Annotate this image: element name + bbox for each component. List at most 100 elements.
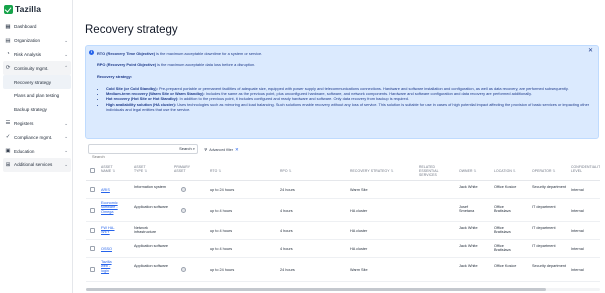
chevron-down-icon: ⌄ <box>64 148 68 154</box>
owner-value: Josef Smetana <box>459 205 475 214</box>
chevron-down-icon: ⌄ <box>64 120 68 126</box>
chevron-down-icon: ⌄ <box>64 161 68 167</box>
sidebar-item-recovery-strategy[interactable]: Recovery strategy <box>3 75 71 89</box>
rpo-value: 4 hours <box>280 229 293 233</box>
primary-asset-icon <box>181 187 186 192</box>
sidebar-item-label: Organization <box>14 38 41 44</box>
sidebar-item-education[interactable]: ▣ Education ⌄ <box>3 144 71 158</box>
column-rto[interactable]: RTO⇅ <box>210 169 221 173</box>
recovery-strategy-value: HA cluster <box>350 209 368 213</box>
sidebar-item-compliance[interactable]: ✓ Compliance mgmt. ⌄ <box>3 130 71 144</box>
row-checkbox[interactable] <box>90 267 95 272</box>
rpo-term: RPO (Recovery Point Objective) <box>97 62 157 67</box>
table-row[interactable]: ARIS Information system up to 24 hours 2… <box>86 181 600 199</box>
dashboard-icon: ▦ <box>5 23 11 30</box>
column-operator[interactable]: OPERATOR⇅ <box>532 169 555 173</box>
owner-value: Jack White <box>459 264 478 268</box>
table-row[interactable]: OSSO Application software up to 4 hours … <box>86 240 600 258</box>
column-recovery-strategy[interactable]: RECOVERY STRATEGY⇅ <box>350 169 394 173</box>
chevron-up-icon: ⌃ <box>64 65 68 71</box>
sidebar-item-registers[interactable]: ☰ Registers ⌄ <box>3 117 71 131</box>
chevron-down-icon: ⌄ <box>64 37 68 43</box>
sidebar-item-label: Dashboard <box>14 24 37 30</box>
column-asset-type[interactable]: ASSET TYPE⇅ <box>134 165 152 173</box>
rto-text: is the maximum acceptable downtime for a… <box>155 51 263 56</box>
column-related-services[interactable]: RELATED ESSENTIAL SERVICES <box>419 165 449 177</box>
sidebar-item-label: Backup strategy <box>14 107 47 113</box>
close-icon[interactable]: ✕ <box>588 48 593 54</box>
column-owner[interactable]: OWNER⇅ <box>459 169 476 173</box>
sort-icon: ⇅ <box>112 169 116 173</box>
rto-definition: RTO (Recovery Time Objective) is the max… <box>97 51 262 56</box>
primary-asset-icon <box>181 267 186 272</box>
column-confidentiality[interactable]: CONFIDENTIALITY LEVEL <box>571 165 600 173</box>
table-row[interactable]: Economic software - Omega Application so… <box>86 199 600 222</box>
app-logo[interactable]: Tazilla <box>4 3 41 15</box>
advanced-filter-label: Advanced filter <box>209 148 233 152</box>
sidebar-item-label: Recovery strategy <box>14 79 52 85</box>
rto-value: up to 24 hours <box>210 188 235 192</box>
sidebar: Tazilla ▦ Dashboard ▤ Organization ⌄ ◔ Risk … <box>0 0 73 293</box>
main-content: Recovery strategy i ✕ RTO (Recovery Time… <box>80 0 605 293</box>
search-input[interactable] <box>89 152 169 161</box>
rto-value: up to 4 hours <box>210 209 233 213</box>
chevron-down-icon: ⌄ <box>64 51 68 57</box>
select-all-checkbox[interactable] <box>90 168 95 173</box>
operator-value: IT department <box>532 226 556 230</box>
asset-name-link[interactable]: OSSO <box>101 247 112 251</box>
confidentiality-value: Internal <box>571 247 584 251</box>
table-row[interactable]: Tazilla web - login Application software… <box>86 258 600 282</box>
education-icon: ▣ <box>5 148 11 155</box>
sidebar-item-additional-services[interactable]: ⊞ Additional services ⌄ <box>3 157 71 172</box>
sort-icon: ⇅ <box>288 169 292 173</box>
column-location[interactable]: LOCATION⇅ <box>494 169 516 173</box>
rpo-definition: RPO (Recovery Point Objective) is the ma… <box>97 62 255 67</box>
info-icon: i <box>89 50 94 55</box>
advanced-filter-button[interactable]: ⧩ Advanced filter ✕ <box>204 147 239 153</box>
sidebar-item-label: Compliance mgmt. <box>14 134 53 140</box>
sidebar-item-plans-testing[interactable]: Plans and plan testing <box>3 89 71 103</box>
owner-value: Jack White <box>459 226 478 230</box>
column-rpo[interactable]: RPO⇅ <box>280 169 292 173</box>
sidebar-item-label: Registers <box>14 120 34 126</box>
location-value: Office Bratislava <box>494 244 511 253</box>
sidebar-item-continuity-mgmt[interactable]: ⟳ Continuity mgmt. ⌃ <box>3 61 71 76</box>
recovery-strategy-value: HA cluster <box>350 229 368 233</box>
rpo-value: 4 hours <box>280 247 293 251</box>
asset-name-link[interactable]: Tazilla web - login <box>101 260 119 273</box>
search-button[interactable]: Search ⌕ <box>179 146 195 151</box>
sort-icon: ⇅ <box>473 169 477 173</box>
sort-icon: ⇅ <box>512 169 516 173</box>
sidebar-item-risk-analysis[interactable]: ◔ Risk Analysis ⌄ <box>3 48 71 62</box>
scrollbar-thumb[interactable] <box>86 288 546 291</box>
rto-term: RTO (Recovery Time Objective) <box>97 51 156 56</box>
sidebar-item-label: Additional services <box>14 162 53 168</box>
row-checkbox[interactable] <box>90 208 95 213</box>
asset-type: Application software <box>134 205 168 209</box>
sidebar-item-organization[interactable]: ▤ Organization ⌄ <box>3 34 71 48</box>
confidentiality-value: Internal <box>571 229 584 233</box>
filter-clear-icon[interactable]: ✕ <box>235 147 239 153</box>
row-checkbox[interactable] <box>90 187 95 192</box>
compliance-icon: ✓ <box>5 134 11 141</box>
table-row[interactable]: FW HA-WEY Network infrastructure up to 4… <box>86 222 600 240</box>
location-value: Office Kosice <box>494 185 517 189</box>
row-checkbox[interactable] <box>90 246 95 251</box>
assets-table: ASSET NAME⇅ ASSET TYPE⇅ PRIMARY ASSET RT… <box>86 161 600 288</box>
column-primary-asset[interactable]: PRIMARY ASSET <box>174 165 192 173</box>
asset-name-link[interactable]: ARIS <box>101 188 127 192</box>
registers-icon: ☰ <box>5 120 11 127</box>
sidebar-item-dashboard[interactable]: ▦ Dashboard <box>3 20 71 34</box>
search-icon: ⌕ <box>192 146 195 151</box>
rto-value: up to 4 hours <box>210 229 233 233</box>
horizontal-scrollbar[interactable] <box>86 288 600 291</box>
sort-icon: ⇅ <box>144 169 148 173</box>
sidebar-item-label: Plans and plan testing <box>14 93 60 99</box>
asset-name-link[interactable]: FW HA-WEY <box>101 226 123 235</box>
asset-name-link[interactable]: Economic software - Omega <box>101 201 127 214</box>
row-checkbox[interactable] <box>90 228 95 233</box>
rpo-text: is the maximum acceptable data loss befo… <box>156 62 256 67</box>
sidebar-item-backup-strategy[interactable]: Backup strategy <box>3 103 71 117</box>
asset-type: Network infrastructure <box>134 226 157 235</box>
column-asset-name[interactable]: ASSET NAME⇅ <box>101 165 119 173</box>
